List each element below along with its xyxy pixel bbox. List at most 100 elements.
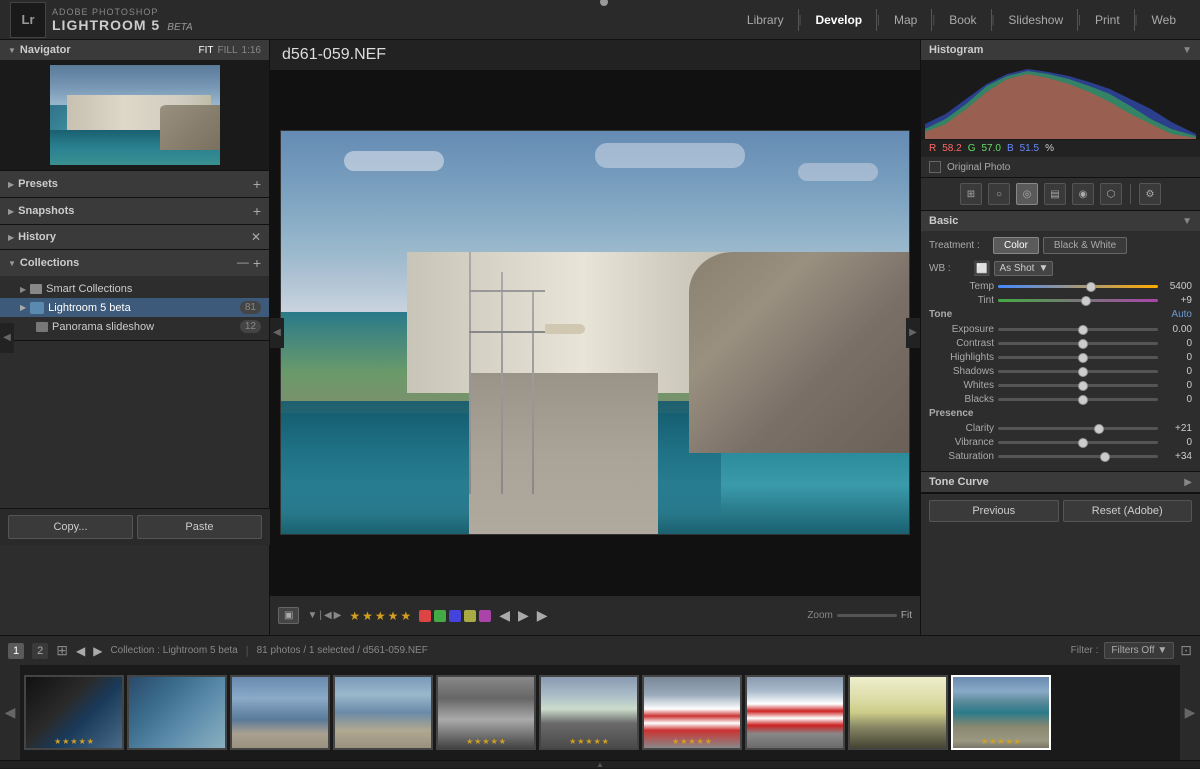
nav-arrows-right[interactable]: ▶ bbox=[518, 607, 529, 624]
color-blue[interactable] bbox=[449, 610, 461, 622]
bottom-handle[interactable]: ▲ bbox=[0, 760, 1200, 768]
filmstrip-scroll-right[interactable]: ▶ bbox=[1180, 665, 1200, 760]
color-red[interactable] bbox=[419, 610, 431, 622]
nav-book[interactable]: Book bbox=[935, 9, 991, 31]
fit-btn[interactable]: Fit bbox=[901, 610, 912, 621]
history-header[interactable]: ▶ History ✕ bbox=[0, 225, 269, 249]
nav-arrows[interactable]: ◀ bbox=[499, 607, 510, 624]
spot-removal-tool[interactable]: ○ bbox=[988, 183, 1010, 205]
original-photo-checkbox[interactable] bbox=[929, 161, 941, 173]
clarity-thumb[interactable] bbox=[1094, 424, 1104, 434]
snapshots-add-btn[interactable]: + bbox=[253, 203, 261, 219]
lr5-collection-item[interactable]: ▶ Lightroom 5 beta 81 bbox=[0, 298, 269, 317]
wb-eyedropper[interactable]: 🔲 bbox=[973, 260, 990, 277]
basic-expand[interactable]: ▼ bbox=[1182, 216, 1192, 227]
color-treatment-btn[interactable]: Color bbox=[993, 237, 1039, 254]
page-1-btn[interactable]: 1 bbox=[8, 643, 24, 659]
exposure-thumb[interactable] bbox=[1078, 325, 1088, 335]
film-thumb-8[interactable] bbox=[745, 675, 845, 750]
image-container[interactable]: ◀ ▶ bbox=[270, 70, 920, 595]
color-green[interactable] bbox=[434, 610, 446, 622]
wb-dropdown[interactable]: As Shot ▼ bbox=[994, 261, 1053, 276]
histogram-expand[interactable]: ▼ bbox=[1182, 45, 1192, 56]
page-2-btn[interactable]: 2 bbox=[32, 643, 48, 659]
whites-slider[interactable] bbox=[998, 384, 1158, 387]
presets-header[interactable]: ▶ Presets + bbox=[0, 171, 269, 197]
histogram-header[interactable]: Histogram ▼ bbox=[921, 40, 1200, 60]
tint-thumb[interactable] bbox=[1081, 296, 1091, 306]
crop-tool[interactable]: ⊞ bbox=[960, 183, 982, 205]
film-thumb-5[interactable]: ★★★★★ bbox=[436, 675, 536, 750]
filter-dropdown[interactable]: Filters Off ▼ bbox=[1104, 642, 1174, 659]
collections-minus-btn[interactable]: — bbox=[237, 255, 249, 271]
shadows-slider[interactable] bbox=[998, 370, 1158, 373]
auto-btn[interactable]: Auto bbox=[1171, 309, 1192, 320]
filmstrip-next-btn[interactable]: ▶ bbox=[93, 644, 102, 658]
panorama-collection-item[interactable]: Panorama slideshow 12 bbox=[0, 317, 269, 336]
view-mode-btn[interactable]: ▣ bbox=[278, 607, 299, 624]
temp-slider[interactable] bbox=[998, 285, 1158, 288]
color-purple[interactable] bbox=[479, 610, 491, 622]
tone-curve-header[interactable]: Tone Curve ▶ bbox=[921, 472, 1200, 492]
tone-curve-expand[interactable]: ▶ bbox=[1184, 477, 1192, 488]
filmstrip-expand-btn[interactable]: ⊡ bbox=[1180, 642, 1192, 659]
filmstrip-prev-btn[interactable]: ◀ bbox=[76, 644, 85, 658]
reset-button[interactable]: Reset (Adobe) bbox=[1063, 500, 1193, 522]
film-thumb-3[interactable] bbox=[230, 675, 330, 750]
exposure-slider[interactable] bbox=[998, 328, 1158, 331]
collections-header[interactable]: ▼ Collections — + bbox=[0, 250, 269, 276]
saturation-thumb[interactable] bbox=[1100, 452, 1110, 462]
presets-add-btn[interactable]: + bbox=[253, 176, 261, 192]
history-close-btn[interactable]: ✕ bbox=[251, 230, 261, 244]
nav-view-116[interactable]: 1:16 bbox=[242, 45, 261, 56]
vibrance-slider[interactable] bbox=[998, 441, 1158, 444]
previous-button[interactable]: Previous bbox=[929, 500, 1059, 522]
nav-map[interactable]: Map bbox=[880, 9, 932, 31]
left-panel-collapse[interactable]: ◀ bbox=[0, 323, 14, 353]
blacks-slider[interactable] bbox=[998, 398, 1158, 401]
nav-print[interactable]: Print bbox=[1081, 9, 1135, 31]
nav-develop[interactable]: Develop bbox=[801, 9, 877, 31]
develop-presets-dropdown[interactable]: ▼|◀▶ bbox=[307, 610, 341, 621]
film-thumb-1[interactable]: ★★★★★ bbox=[24, 675, 124, 750]
copy-button[interactable]: Copy... bbox=[8, 515, 133, 539]
grad-filter-tool[interactable]: ▤ bbox=[1044, 183, 1066, 205]
nav-library[interactable]: Library bbox=[733, 9, 799, 31]
paste-button[interactable]: Paste bbox=[137, 515, 262, 539]
film-thumb-9[interactable] bbox=[848, 675, 948, 750]
film-thumb-2[interactable] bbox=[127, 675, 227, 750]
highlights-thumb[interactable] bbox=[1078, 353, 1088, 363]
settings-tool[interactable]: ⚙ bbox=[1139, 183, 1161, 205]
grid-view-btn[interactable]: ⊞ bbox=[56, 642, 68, 659]
basic-header[interactable]: Basic ▼ bbox=[921, 211, 1200, 231]
film-thumb-4[interactable] bbox=[333, 675, 433, 750]
red-eye-tool[interactable]: ◎ bbox=[1016, 183, 1038, 205]
collections-add-btn[interactable]: + bbox=[253, 255, 261, 271]
radial-filter-tool[interactable]: ◉ bbox=[1072, 183, 1094, 205]
navigator-header[interactable]: ▼ Navigator FIT FILL 1:16 bbox=[0, 40, 269, 60]
right-panel-toggle[interactable]: ▶ bbox=[906, 318, 920, 348]
adjustment-brush-tool[interactable]: ⬡ bbox=[1100, 183, 1122, 205]
contrast-thumb[interactable] bbox=[1078, 339, 1088, 349]
contrast-slider[interactable] bbox=[998, 342, 1158, 345]
zoom-slider[interactable] bbox=[837, 614, 897, 617]
whites-thumb[interactable] bbox=[1078, 381, 1088, 391]
highlights-slider[interactable] bbox=[998, 356, 1158, 359]
tint-slider[interactable] bbox=[998, 299, 1158, 302]
smart-collections-item[interactable]: ▶ Smart Collections bbox=[0, 280, 269, 298]
bw-treatment-btn[interactable]: Black & White bbox=[1043, 237, 1127, 254]
film-thumb-10[interactable]: ★★★★★ bbox=[951, 675, 1051, 750]
blacks-thumb[interactable] bbox=[1078, 395, 1088, 405]
nav-web[interactable]: Web bbox=[1138, 9, 1190, 31]
saturation-slider[interactable] bbox=[998, 455, 1158, 458]
nav-view-fill[interactable]: FILL bbox=[218, 45, 238, 56]
filmstrip-scroll-left[interactable]: ◀ bbox=[0, 665, 20, 760]
snapshots-header[interactable]: ▶ Snapshots + bbox=[0, 198, 269, 224]
nav-slideshow[interactable]: Slideshow bbox=[994, 9, 1078, 31]
film-thumb-6[interactable]: ★★★★★ bbox=[539, 675, 639, 750]
color-yellow[interactable] bbox=[464, 610, 476, 622]
clarity-slider[interactable] bbox=[998, 427, 1158, 430]
left-panel-toggle[interactable]: ◀ bbox=[270, 318, 284, 348]
star-rating[interactable]: ★★★★★ bbox=[349, 609, 411, 623]
film-thumb-7[interactable]: ★★★★★ bbox=[642, 675, 742, 750]
